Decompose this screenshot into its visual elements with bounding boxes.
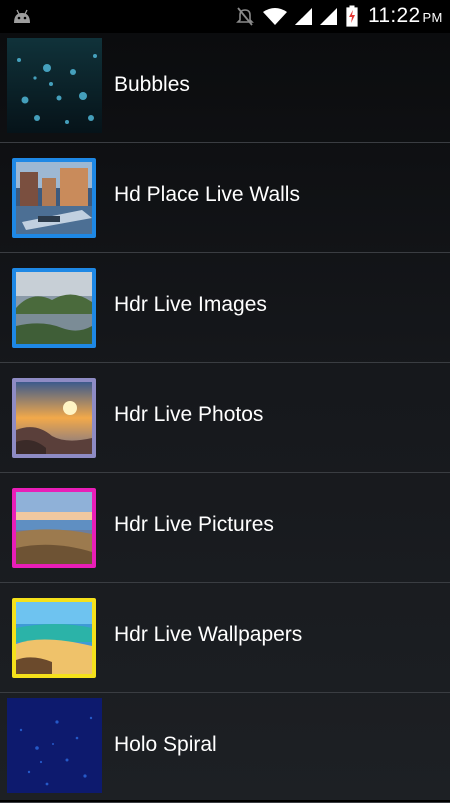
mute-icon	[236, 7, 254, 26]
status-time: 11:22 PM	[368, 4, 443, 27]
lake-landscape-thumbnail	[12, 268, 96, 348]
canal-city-thumbnail	[12, 158, 96, 238]
bubbles-thumbnail	[7, 38, 102, 133]
wallpaper-label: Hdr Live Pictures	[114, 513, 274, 536]
list-item-holo-spiral[interactable]: Holo Spiral	[0, 693, 450, 803]
wallpaper-label: Hd Place Live Walls	[114, 183, 300, 206]
list-item-hd-place-live-walls[interactable]: Hd Place Live Walls	[0, 143, 450, 253]
sunset-rocks-thumbnail	[12, 378, 96, 458]
android-icon	[14, 9, 30, 23]
live-wallpaper-list: Bubbles Hd Place Live Walls Hdr Live Ima…	[0, 33, 450, 803]
list-item-hdr-live-images[interactable]: Hdr Live Images	[0, 253, 450, 363]
list-item-hdr-live-pictures[interactable]: Hdr Live Pictures	[0, 473, 450, 583]
wallpaper-label: Bubbles	[114, 73, 190, 96]
wallpaper-label: Hdr Live Photos	[114, 403, 264, 426]
status-bar: 11:22 PM	[0, 0, 450, 33]
desert-lake-thumbnail	[12, 488, 96, 568]
signal-icon	[295, 8, 312, 25]
list-item-hdr-live-photos[interactable]: Hdr Live Photos	[0, 363, 450, 473]
wallpaper-label: Hdr Live Images	[114, 293, 267, 316]
wifi-icon	[263, 8, 287, 25]
signal-icon	[320, 8, 337, 25]
list-item-bubbles[interactable]: Bubbles	[0, 33, 450, 143]
holo-spiral-thumbnail	[7, 698, 102, 793]
wallpaper-label: Holo Spiral	[114, 733, 217, 756]
beach-thumbnail	[12, 598, 96, 678]
battery-charging-icon	[346, 5, 358, 27]
wallpaper-label: Hdr Live Wallpapers	[114, 623, 303, 646]
list-item-hdr-live-wallpapers[interactable]: Hdr Live Wallpapers	[0, 583, 450, 693]
